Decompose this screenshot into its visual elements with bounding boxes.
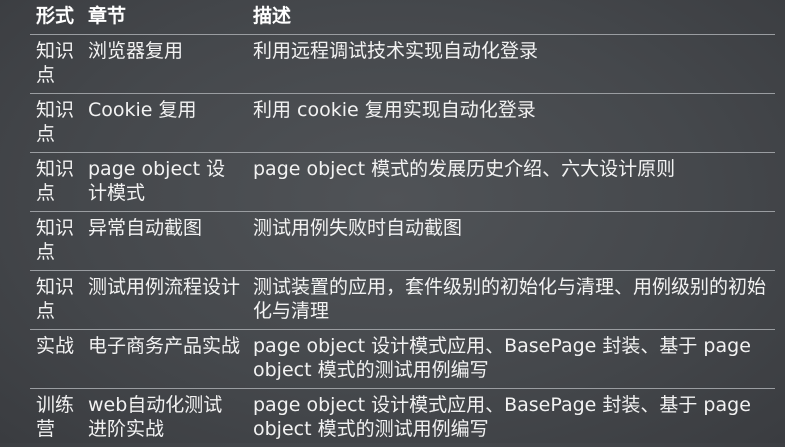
cell-chapter: Cookie 复用 xyxy=(82,94,247,153)
cell-chapter: 浏览器复用 xyxy=(82,35,247,94)
cell-description: page object 设计模式应用、BasePage 封装、基于 page o… xyxy=(247,389,775,447)
cell-form: 知识点 xyxy=(30,94,82,153)
cell-description: 利用 cookie 复用实现自动化登录 xyxy=(247,94,775,153)
course-outline-table: 形式 章节 描述 知识点 浏览器复用 利用远程调试技术实现自动化登录 知识点 C… xyxy=(30,0,775,447)
cell-form: 知识点 xyxy=(30,271,82,330)
table-row: 知识点 异常自动截图 测试用例失败时自动截图 xyxy=(30,212,775,271)
cell-form: 训练营 xyxy=(30,389,82,447)
header-chapter: 章节 xyxy=(82,0,247,35)
table-header: 形式 章节 描述 xyxy=(30,0,775,35)
table-row: 知识点 page object 设计模式 page object 模式的发展历史… xyxy=(30,153,775,212)
table-body: 知识点 浏览器复用 利用远程调试技术实现自动化登录 知识点 Cookie 复用 … xyxy=(30,35,775,447)
cell-description: 测试装置的应用，套件级别的初始化与清理、用例级别的初始化与清理 xyxy=(247,271,775,330)
table-row: 知识点 浏览器复用 利用远程调试技术实现自动化登录 xyxy=(30,35,775,94)
cell-description: page object 模式的发展历史介绍、六大设计原则 xyxy=(247,153,775,212)
table-row: 训练营 web自动化测试进阶实战 page object 设计模式应用、Base… xyxy=(30,389,775,447)
header-form: 形式 xyxy=(30,0,82,35)
cell-form: 实战 xyxy=(30,330,82,389)
cell-chapter: 异常自动截图 xyxy=(82,212,247,271)
table-row: 知识点 测试用例流程设计 测试装置的应用，套件级别的初始化与清理、用例级别的初始… xyxy=(30,271,775,330)
table-row: 知识点 Cookie 复用 利用 cookie 复用实现自动化登录 xyxy=(30,94,775,153)
header-description: 描述 xyxy=(247,0,775,35)
header-row: 形式 章节 描述 xyxy=(30,0,775,35)
cell-description: page object 设计模式应用、BasePage 封装、基于 page o… xyxy=(247,330,775,389)
cell-form: 知识点 xyxy=(30,35,82,94)
cell-form: 知识点 xyxy=(30,212,82,271)
cell-chapter: web自动化测试进阶实战 xyxy=(82,389,247,447)
cell-chapter: 测试用例流程设计 xyxy=(82,271,247,330)
cell-description: 利用远程调试技术实现自动化登录 xyxy=(247,35,775,94)
cell-chapter: 电子商务产品实战 xyxy=(82,330,247,389)
cell-chapter: page object 设计模式 xyxy=(82,153,247,212)
table-row: 实战 电子商务产品实战 page object 设计模式应用、BasePage … xyxy=(30,330,775,389)
cell-description: 测试用例失败时自动截图 xyxy=(247,212,775,271)
cell-form: 知识点 xyxy=(30,153,82,212)
